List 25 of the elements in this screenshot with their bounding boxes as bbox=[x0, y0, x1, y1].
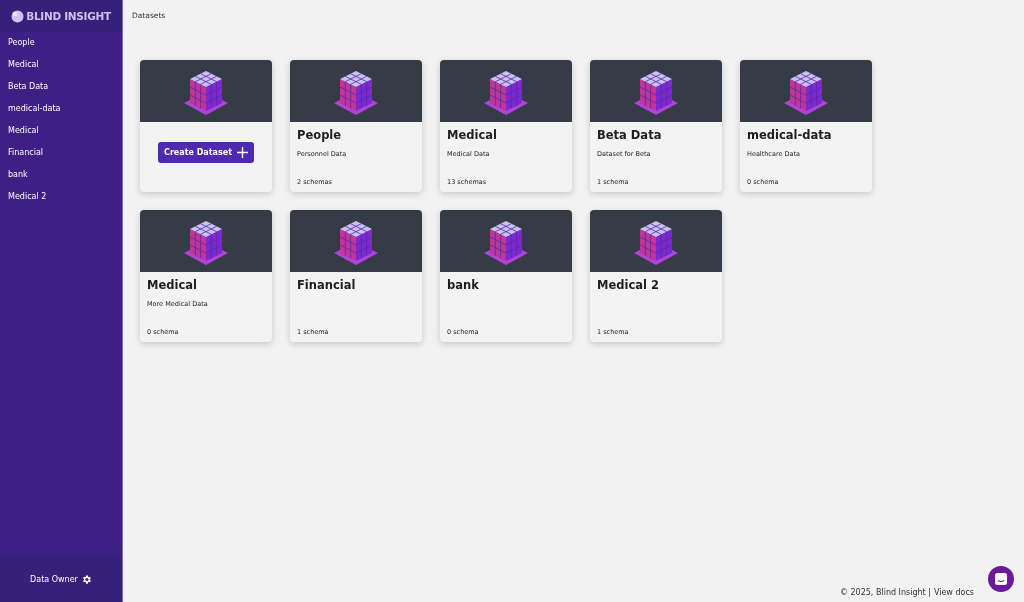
dataset-name: Medical bbox=[147, 278, 198, 292]
create-dataset-button[interactable]: Create Dataset bbox=[158, 141, 254, 163]
dataset-name: Beta Data bbox=[597, 128, 663, 142]
plus-icon bbox=[236, 146, 248, 158]
sidebar-item[interactable]: bank bbox=[0, 164, 122, 186]
copyright-text: © 2025, Blind Insight | bbox=[839, 588, 931, 597]
sidebar-item[interactable]: Medical bbox=[0, 54, 122, 76]
dataset-name: People bbox=[297, 128, 343, 142]
dataset-name: Medical 2 bbox=[597, 278, 660, 292]
user-role-label: Data Owner bbox=[30, 574, 78, 584]
sidebar-item[interactable]: People bbox=[0, 32, 122, 54]
logo-icon bbox=[11, 9, 25, 23]
sidebar-item[interactable]: Beta Data bbox=[0, 76, 122, 98]
chat-icon bbox=[994, 572, 1008, 586]
sidebar-item[interactable]: Medical bbox=[0, 120, 122, 142]
dataset-name: Financial bbox=[297, 278, 357, 292]
sidebar-item[interactable]: medical-data bbox=[0, 98, 122, 120]
dataset-name: medical-data bbox=[747, 128, 833, 142]
sidebar-item[interactable]: Financial bbox=[0, 142, 122, 164]
dataset-name: bank bbox=[447, 278, 480, 292]
sidebar-item[interactable]: Medical 2 bbox=[0, 186, 122, 208]
view-docs-link[interactable]: View docs bbox=[933, 588, 974, 597]
dataset-name: Medical bbox=[447, 128, 498, 142]
settings-icon[interactable] bbox=[80, 573, 92, 585]
chat-button[interactable] bbox=[988, 566, 1014, 592]
